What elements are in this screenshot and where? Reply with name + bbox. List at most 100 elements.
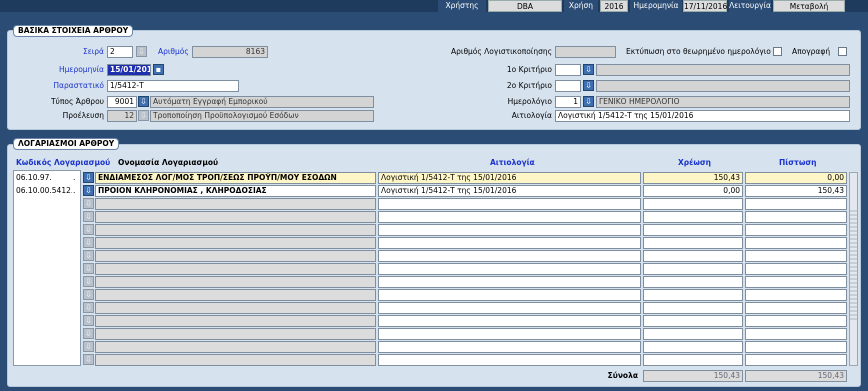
empty-row-reason[interactable] [378, 302, 641, 314]
row1-debit[interactable]: 150,43 [643, 172, 743, 184]
empty-row-debit[interactable] [643, 341, 743, 353]
empty-row-credit[interactable] [745, 302, 847, 314]
empty-row-credit[interactable] [745, 289, 847, 301]
empty-row-name[interactable] [95, 198, 376, 210]
empty-row-debit[interactable] [643, 237, 743, 249]
empty-row-credit[interactable] [745, 198, 847, 210]
row1-code[interactable]: 06.10.97. [16, 172, 72, 184]
empty-row-reason[interactable] [378, 315, 641, 327]
empty-row-lookup-icon[interactable]: ⇩ [83, 302, 94, 313]
empty-row-lookup-icon[interactable]: ⇩ [83, 276, 94, 287]
journal-lookup-icon[interactable]: ⇩ [583, 96, 594, 107]
empty-row-name[interactable] [95, 224, 376, 236]
series-input[interactable]: 2 [107, 46, 133, 58]
empty-row-debit[interactable] [643, 250, 743, 262]
criterion2-lookup-icon[interactable]: ⇩ [583, 80, 594, 91]
empty-row-lookup-icon[interactable]: ⇩ [83, 224, 94, 235]
empty-row-debit[interactable] [643, 354, 743, 366]
empty-row-lookup-icon[interactable]: ⇩ [83, 250, 94, 261]
row2-code[interactable]: 06.10.00.5412. [16, 185, 72, 197]
empty-row-reason[interactable] [378, 224, 641, 236]
series-lookup-icon[interactable]: ⇩ [136, 46, 147, 57]
empty-row-lookup-icon[interactable]: ⇩ [83, 341, 94, 352]
empty-row-reason[interactable] [378, 263, 641, 275]
empty-row-debit[interactable] [643, 198, 743, 210]
origin-name-field: Τροποποίηση Προϋπολογισμού Εσόδων [150, 110, 374, 122]
empty-row-name[interactable] [95, 328, 376, 340]
inventory-checkbox[interactable] [838, 47, 847, 56]
row2-lookup-icon[interactable]: ⇩ [83, 185, 94, 196]
empty-row-lookup-icon[interactable]: ⇩ [83, 315, 94, 326]
empty-row-name[interactable] [95, 250, 376, 262]
empty-row-name[interactable] [95, 211, 376, 223]
journal-code-input[interactable]: 1 [555, 96, 581, 108]
empty-row-debit[interactable] [643, 302, 743, 314]
empty-row-name[interactable] [95, 315, 376, 327]
accounts-legend: ΛΟΓΑΡΙΑΣΜΟΙ ΑΡΘΡΟΥ [13, 138, 120, 150]
empty-row-name[interactable] [95, 276, 376, 288]
empty-row-lookup-icon[interactable]: ⇩ [83, 328, 94, 339]
empty-row-reason[interactable] [378, 289, 641, 301]
document-input[interactable]: 1/5412-Τ [107, 80, 239, 92]
criterion1-code-input[interactable] [555, 64, 581, 76]
function-label: Λειτουργία [729, 0, 771, 12]
empty-row-debit[interactable] [643, 315, 743, 327]
row2-credit[interactable]: 150,43 [745, 185, 847, 197]
row1-name[interactable]: ΕΝΔΙΑΜΕΣΟΣ ΛΟΓ/ΜΟΣ ΤΡΟΠ/ΣΕΩΣ ΠΡΟΫΠ/ΜΟΥ Ε… [95, 172, 376, 184]
empty-row-reason[interactable] [378, 198, 641, 210]
empty-row-debit[interactable] [643, 276, 743, 288]
empty-row-reason[interactable] [378, 237, 641, 249]
criterion2-code-input[interactable] [555, 80, 581, 92]
empty-row-lookup-icon[interactable]: ⇩ [83, 354, 94, 365]
origin-lookup-icon[interactable]: ⇩ [138, 110, 149, 121]
row2-debit[interactable]: 0,00 [643, 185, 743, 197]
empty-row-name[interactable] [95, 302, 376, 314]
empty-row-credit[interactable] [745, 263, 847, 275]
row1-credit[interactable]: 0,00 [745, 172, 847, 184]
empty-row-lookup-icon[interactable]: ⇩ [83, 289, 94, 300]
row1-lookup-icon[interactable]: ⇩ [83, 172, 94, 183]
session-date-label: Ημερομηνία [630, 0, 682, 12]
type-code-input[interactable]: 9001 [107, 96, 137, 108]
empty-row-credit[interactable] [745, 237, 847, 249]
empty-row-credit[interactable] [745, 354, 847, 366]
empty-row-lookup-icon[interactable]: ⇩ [83, 198, 94, 209]
empty-row-debit[interactable] [643, 211, 743, 223]
empty-row-debit[interactable] [643, 328, 743, 340]
empty-row-debit[interactable] [643, 289, 743, 301]
calendar-icon[interactable]: ▪ [153, 64, 164, 75]
empty-row-credit[interactable] [745, 224, 847, 236]
empty-row-debit[interactable] [643, 224, 743, 236]
col-header-debit: Χρέωση [678, 158, 712, 167]
row2-reason[interactable]: Λογιστική 1/5412-Τ της 15/01/2016 [378, 185, 641, 197]
empty-row-reason[interactable] [378, 276, 641, 288]
print-journal-checkbox[interactable] [773, 47, 782, 56]
empty-row-reason[interactable] [378, 250, 641, 262]
empty-row-name[interactable] [95, 263, 376, 275]
row1-reason[interactable]: Λογιστική 1/5412-Τ της 15/01/2016 [378, 172, 641, 184]
empty-row-credit[interactable] [745, 250, 847, 262]
empty-row-lookup-icon[interactable]: ⇩ [83, 237, 94, 248]
empty-row-name[interactable] [95, 354, 376, 366]
empty-row-reason[interactable] [378, 328, 641, 340]
empty-row-reason[interactable] [378, 211, 641, 223]
empty-row-name[interactable] [95, 289, 376, 301]
empty-row-lookup-icon[interactable]: ⇩ [83, 211, 94, 222]
empty-row-debit[interactable] [643, 263, 743, 275]
criterion1-lookup-icon[interactable]: ⇩ [583, 64, 594, 75]
empty-row-reason[interactable] [378, 341, 641, 353]
scrollbar-thumb[interactable] [850, 210, 857, 320]
date-input[interactable]: 15/01/2016 [107, 64, 151, 76]
type-lookup-icon[interactable]: ⇩ [138, 96, 149, 107]
row2-name[interactable]: ΠΡΟΙΟΝ ΚΛΗΡΟΝΟΜΙΑΣ , ΚΛΗΡΟΔΟΣΙΑΣ [95, 185, 376, 197]
reason-input[interactable]: Λογιστική 1/5412-Τ της 15/01/2016 [555, 110, 850, 122]
empty-row-name[interactable] [95, 341, 376, 353]
empty-row-reason[interactable] [378, 354, 641, 366]
empty-row-credit[interactable] [745, 276, 847, 288]
empty-row-name[interactable] [95, 237, 376, 249]
empty-row-credit[interactable] [745, 211, 847, 223]
empty-row-credit[interactable] [745, 328, 847, 340]
empty-row-lookup-icon[interactable]: ⇩ [83, 263, 94, 274]
empty-row-credit[interactable] [745, 315, 847, 327]
empty-row-credit[interactable] [745, 341, 847, 353]
